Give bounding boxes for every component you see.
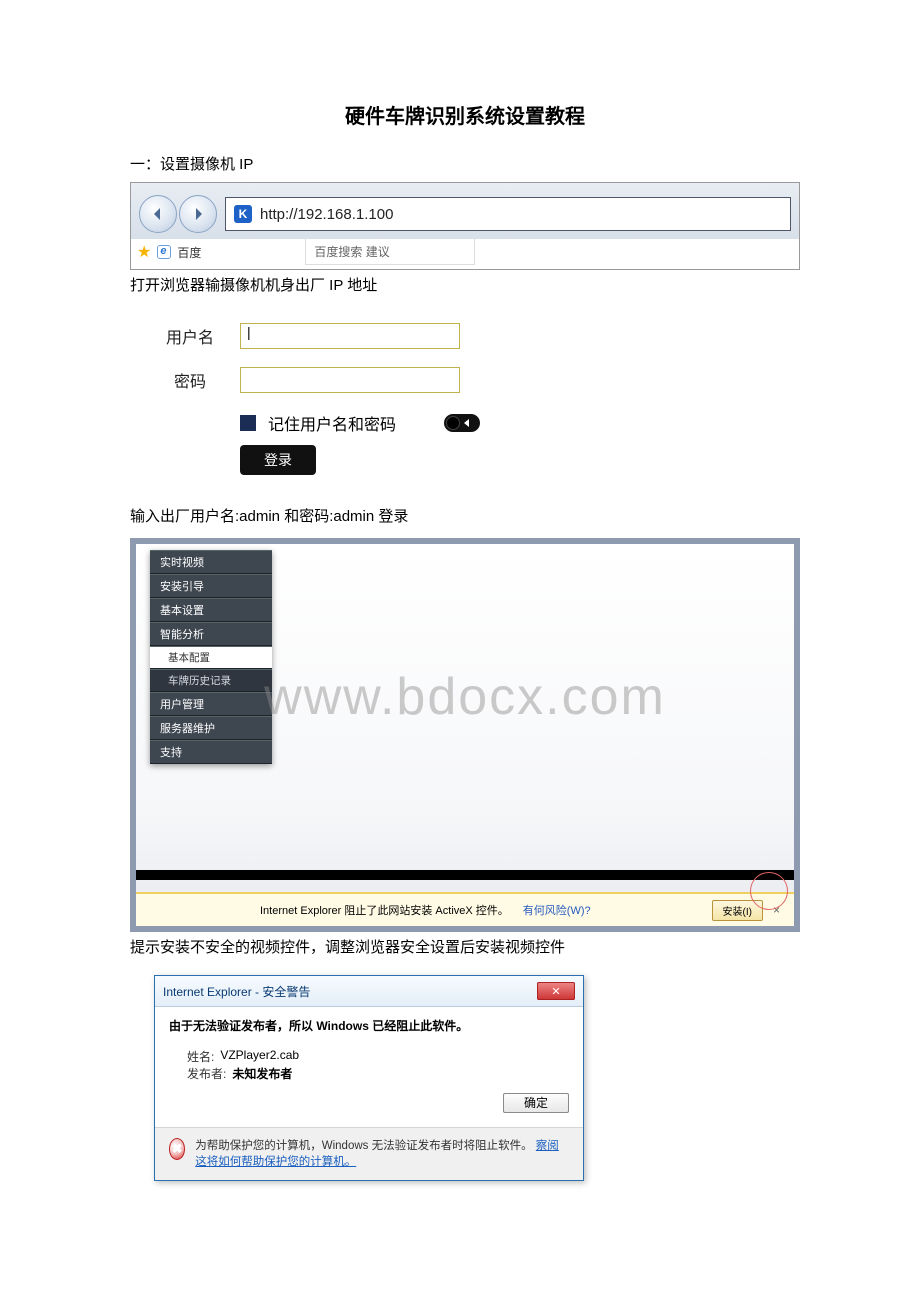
remember-checkbox[interactable] [240, 415, 256, 431]
login-form: 用户名 | 密码 记住用户名和密码 登录 [140, 323, 540, 475]
dialog-name-label: 姓名: [187, 1048, 214, 1065]
activex-risk-link[interactable]: 有何风险(W)? [523, 902, 591, 918]
activex-message: Internet Explorer 阻止了此网站安装 ActiveX 控件。 [260, 902, 509, 918]
back-button[interactable] [139, 195, 177, 233]
dialog-publisher-value: 未知发布者 [232, 1065, 292, 1082]
sidebar-item-2[interactable]: 基本设置 [150, 598, 272, 622]
password-input[interactable] [240, 367, 460, 393]
section-1-heading: 一：设置摄像机 IP [130, 153, 800, 174]
page-title: 硬件车牌识别系统设置教程 [130, 100, 800, 129]
search-suggestion-box[interactable]: 百度搜索 建议 [305, 239, 475, 265]
toggle-switch[interactable] [444, 414, 480, 432]
sidebar-item-5[interactable]: 车牌历史记录 [150, 669, 272, 692]
activex-close-button[interactable]: × [769, 903, 784, 917]
password-label: 密码 [140, 368, 240, 392]
dialog-footer-text: 为帮助保护您的计算机，Windows 无法验证发布者时将阻止软件。 察阅这将如何… [195, 1138, 569, 1170]
sidebar-item-3[interactable]: 智能分析 [150, 622, 272, 646]
sidebar-item-0[interactable]: 实时视频 [150, 550, 272, 574]
username-input[interactable]: | [240, 323, 460, 349]
ie-page-icon [157, 245, 171, 259]
dialog-publisher-label: 发布者: [187, 1065, 226, 1082]
panel-separator [136, 870, 794, 880]
sidebar-menu: 实时视频安装引导基本设置智能分析基本配置车牌历史记录用户管理服务器维护支持 [150, 550, 272, 764]
dialog-close-button[interactable]: ✕ [537, 982, 575, 1000]
address-text: http://192.168.1.100 [260, 206, 393, 223]
caption-open-browser: 打开浏览器输摄像机机身出厂 IP 地址 [130, 274, 800, 295]
shield-error-icon: ✖ [169, 1138, 185, 1160]
site-favicon: K [234, 205, 252, 223]
remember-label: 记住用户名和密码 [268, 411, 396, 435]
sidebar-item-1[interactable]: 安装引导 [150, 574, 272, 598]
caption-activex: 提示安装不安全的视频控件，调整浏览器安全设置后安装视频控件 [130, 936, 800, 957]
forward-button[interactable] [179, 195, 217, 233]
dialog-name-value: VZPlayer2.cab [220, 1048, 299, 1065]
favorite-site-label[interactable]: 百度 [177, 244, 201, 261]
sidebar-item-4[interactable]: 基本配置 [150, 646, 272, 669]
dialog-headline: 由于无法验证发布者，所以 Windows 已经阻止此软件。 [169, 1017, 569, 1034]
username-label: 用户名 [140, 324, 240, 348]
camera-admin-panel: 实时视频安装引导基本设置智能分析基本配置车牌历史记录用户管理服务器维护支持 ww… [130, 538, 800, 932]
address-bar[interactable]: K http://192.168.1.100 [225, 197, 791, 231]
ie-security-dialog: Internet Explorer - 安全警告 ✕ 由于无法验证发布者，所以 … [154, 975, 584, 1181]
activex-infobar: Internet Explorer 阻止了此网站安装 ActiveX 控件。 有… [136, 892, 794, 926]
sidebar-item-6[interactable]: 用户管理 [150, 692, 272, 716]
sidebar-item-7[interactable]: 服务器维护 [150, 716, 272, 740]
browser-chrome: K http://192.168.1.100 ★ 百度 百度搜索 建议 [130, 182, 800, 270]
sidebar-item-8[interactable]: 支持 [150, 740, 272, 764]
caption-login: 输入出厂用户名:admin 和密码:admin 登录 [130, 505, 800, 526]
dialog-ok-button[interactable]: 确定 [503, 1093, 569, 1113]
favorites-star-icon[interactable]: ★ [137, 242, 151, 262]
login-button[interactable]: 登录 [240, 445, 316, 475]
activex-install-button[interactable]: 安装(I) [712, 900, 763, 921]
dialog-title: Internet Explorer - 安全警告 [163, 983, 310, 1000]
watermark-text: www.bdocx.com [264, 667, 666, 727]
